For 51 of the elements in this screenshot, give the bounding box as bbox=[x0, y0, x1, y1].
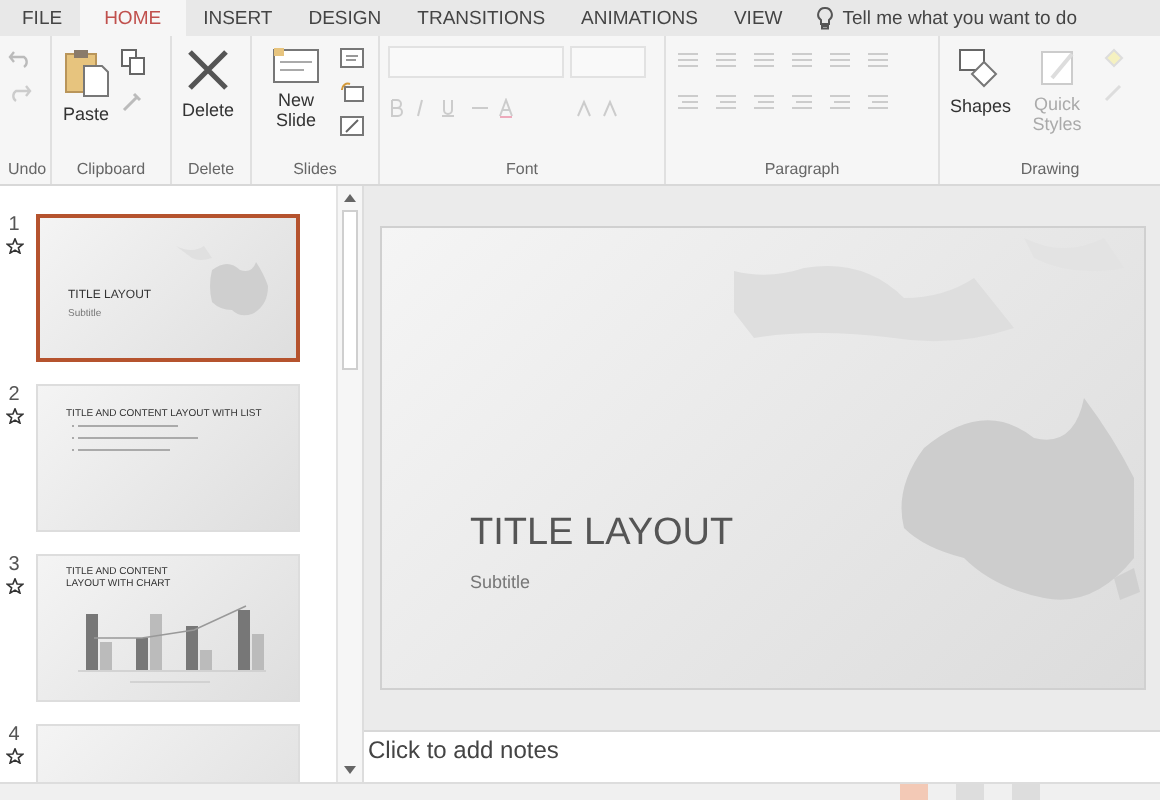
transition-star-icon bbox=[5, 408, 23, 424]
ribbon-tab[interactable]: TRANSITIONS bbox=[399, 0, 564, 36]
format-painter-icon[interactable] bbox=[120, 90, 144, 114]
layout-icon[interactable] bbox=[340, 48, 364, 68]
scroll-up-icon[interactable] bbox=[344, 194, 356, 202]
shape-fill-icon[interactable] bbox=[1101, 48, 1126, 68]
scrollbar[interactable] bbox=[336, 186, 362, 782]
transition-star-icon bbox=[5, 238, 23, 254]
group-label: Paragraph bbox=[762, 160, 842, 182]
notes-field[interactable]: Click to add notes bbox=[364, 730, 1160, 782]
delete-button[interactable]: Delete bbox=[180, 42, 237, 124]
ribbon-tab[interactable]: HOME bbox=[80, 0, 186, 36]
ribbon-tab[interactable]: DESIGN bbox=[290, 0, 400, 36]
copy-icon[interactable] bbox=[120, 48, 148, 76]
ribbon-tab[interactable]: FILE bbox=[4, 0, 81, 36]
ribbon-tab[interactable]: ANIMATIONS bbox=[563, 0, 716, 36]
undo-icon[interactable] bbox=[8, 48, 32, 68]
slide-number: 4 bbox=[8, 724, 20, 746]
group-label: Undo bbox=[8, 160, 42, 182]
group-label: Font bbox=[503, 160, 540, 182]
transition-star-icon bbox=[5, 748, 23, 764]
slide-sorter-icon[interactable] bbox=[956, 784, 984, 800]
shape-outline-icon[interactable] bbox=[1101, 82, 1126, 102]
slide-number: 2 bbox=[8, 384, 20, 406]
group-label: Clipboard bbox=[74, 160, 148, 182]
slide-canvas[interactable]: TITLE LAYOUT Subtitle bbox=[380, 226, 1146, 690]
x-icon bbox=[184, 46, 232, 94]
clipboard-icon bbox=[62, 46, 110, 98]
ribbon-tab[interactable]: INSERT bbox=[185, 0, 291, 36]
slide-number: 1 bbox=[8, 214, 20, 236]
redo-icon[interactable] bbox=[8, 82, 32, 102]
slide-subtitle[interactable]: Subtitle bbox=[470, 572, 734, 592]
ribbon-tab[interactable]: VIEW bbox=[715, 0, 801, 36]
section-icon[interactable] bbox=[340, 116, 364, 136]
normal-view-icon[interactable] bbox=[900, 784, 928, 800]
new-slide-button[interactable]: New Slide bbox=[260, 42, 332, 136]
scroll-down-icon[interactable] bbox=[344, 766, 356, 774]
paste-button[interactable]: Paste bbox=[60, 42, 112, 128]
reading-view-icon[interactable] bbox=[1012, 784, 1040, 800]
slide-icon bbox=[272, 46, 320, 86]
scrollbar-thumb[interactable] bbox=[342, 210, 358, 370]
slide-number: 3 bbox=[8, 554, 20, 576]
shapes-button[interactable]: Shapes bbox=[948, 42, 1014, 120]
lightbulb-icon bbox=[816, 6, 835, 30]
reset-icon[interactable] bbox=[340, 82, 364, 102]
group-label: Delete bbox=[185, 160, 237, 182]
group-label: Drawing bbox=[1018, 160, 1082, 182]
slide-title[interactable]: TITLE LAYOUT bbox=[470, 512, 734, 556]
group-label: Slides bbox=[291, 160, 339, 182]
transition-star-icon bbox=[5, 578, 23, 594]
tell-me-field[interactable]: Tell me what you want to do bbox=[816, 0, 1077, 36]
